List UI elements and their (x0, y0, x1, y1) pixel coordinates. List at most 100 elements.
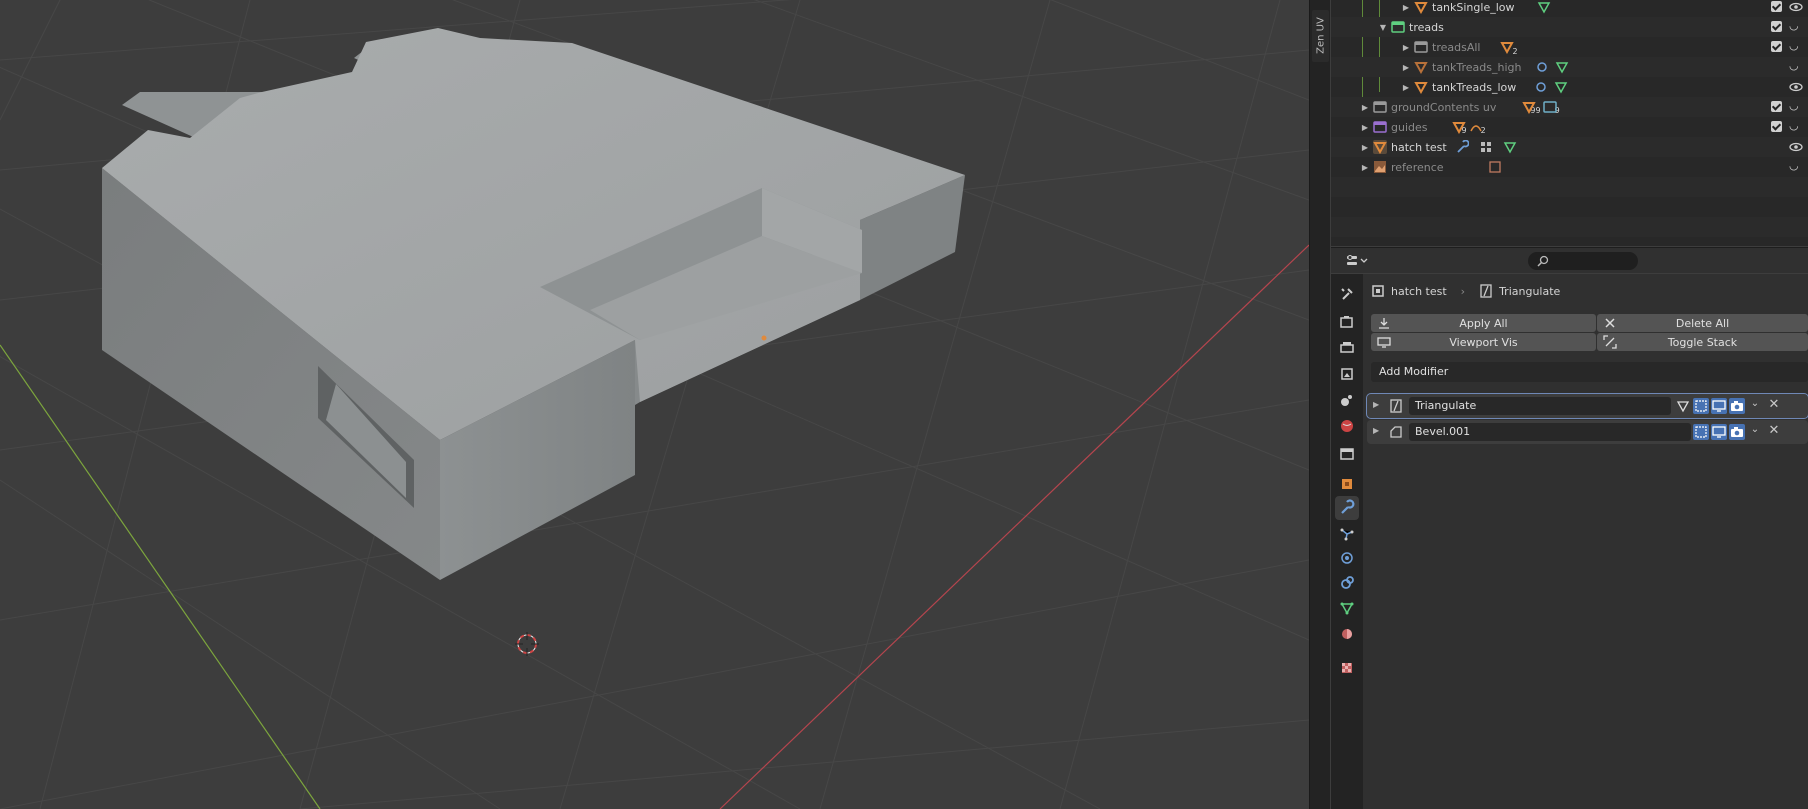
outliner-item-label: hatch test (1391, 140, 1447, 154)
modifier-icon (1536, 82, 1547, 92)
tab-particles[interactable] (1335, 522, 1359, 546)
viewport-vis-button[interactable]: Viewport Vis (1371, 333, 1596, 351)
3d-viewport[interactable] (0, 0, 1309, 809)
eye-icon[interactable] (1789, 81, 1803, 93)
edit-mode-toggle[interactable] (1693, 424, 1709, 440)
properties-header (1331, 247, 1808, 273)
outliner-item-label: tankTreads_high (1432, 60, 1522, 74)
tab-object[interactable] (1335, 472, 1359, 496)
exclude-checkbox[interactable] (1771, 21, 1782, 32)
mesh-data-icon (1537, 2, 1550, 14)
exclude-checkbox[interactable] (1771, 41, 1782, 52)
chevron-down-icon[interactable]: ⌄ (1748, 424, 1762, 440)
outliner-item-label: groundContents uv (1391, 100, 1497, 114)
breadcrumb-object: hatch test (1391, 284, 1447, 298)
modifier-panel-triangulate[interactable]: ▶ Triangulate ⌄ ✕ (1366, 393, 1808, 419)
expand-arrow-icon[interactable]: ▶ (1359, 103, 1371, 112)
eye-icon[interactable] (1789, 141, 1803, 153)
monitor-icon (1712, 400, 1726, 412)
outliner-row-tanksingle-low[interactable]: ▶ tankSingle_low (1331, 0, 1808, 17)
download-icon (1379, 318, 1389, 329)
hidden-eye-icon[interactable]: ◡ (1789, 119, 1799, 132)
hidden-eye-icon[interactable]: ◡ (1789, 99, 1799, 112)
viewport-toggle[interactable] (1711, 398, 1727, 414)
bevel-icon (1390, 426, 1402, 438)
tab-data[interactable] (1335, 596, 1359, 620)
modifier-panel-bevel[interactable]: ▶ Bevel.001 ⌄ ✕ (1367, 420, 1808, 444)
outliner-item-label: treads (1409, 20, 1444, 34)
monitor-icon (1377, 337, 1391, 348)
image-stack-icon (1341, 368, 1353, 380)
hidden-eye-icon[interactable]: ◡ (1789, 39, 1799, 52)
constraint-icon (1341, 576, 1354, 589)
search-icon (1537, 255, 1549, 267)
expand-arrow-icon[interactable]: ▶ (1400, 63, 1412, 72)
mesh-triangle-icon (1451, 122, 1466, 134)
tab-material[interactable] (1335, 622, 1359, 646)
exclude-checkbox[interactable] (1771, 1, 1782, 12)
render-toggle[interactable] (1729, 424, 1745, 440)
hidden-eye-icon[interactable]: ◡ (1789, 19, 1799, 32)
outliner-row-groundcontents-uv[interactable]: ▶ groundContents uv 99 9 ◡ (1331, 97, 1808, 117)
add-modifier-dropdown[interactable]: Add Modifier (1371, 362, 1808, 382)
tab-output[interactable] (1335, 336, 1359, 360)
edit-mode-toggle[interactable] (1693, 398, 1709, 414)
viewport-toggle[interactable] (1711, 424, 1727, 440)
render-toggle[interactable] (1729, 398, 1745, 414)
tab-world[interactable] (1335, 414, 1359, 438)
edit-cage-toggle[interactable] (1675, 398, 1691, 414)
expand-arrow-icon[interactable]: ▶ (1400, 43, 1412, 52)
outliner-row-tanktreads-low[interactable]: ▶ tankTreads_low (1331, 77, 1808, 97)
outliner-row-tanktreads-high[interactable]: ▶ tankTreads_high ◡ (1331, 57, 1808, 77)
outliner-row-treadsall[interactable]: ▶ treadsAll 2 ◡ (1331, 37, 1808, 57)
outliner-row-reference[interactable]: ▶ reference ◡ (1331, 157, 1808, 177)
collection-box-icon (1340, 448, 1354, 460)
tab-modifiers[interactable] (1335, 496, 1359, 520)
remove-modifier-icon[interactable]: ✕ (1767, 397, 1781, 413)
zen-uv-tab[interactable]: Zen UV (1312, 10, 1329, 62)
tab-texture[interactable] (1335, 656, 1359, 680)
collection-icon (1373, 101, 1387, 113)
3d-cursor (515, 632, 539, 656)
expand-arrow-icon[interactable]: ▶ (1400, 3, 1412, 12)
delete-all-button[interactable]: Delete All (1597, 314, 1808, 332)
outliner-row-hatch-test[interactable]: ▶ hatch test (1331, 137, 1808, 157)
tab-physics[interactable] (1335, 546, 1359, 570)
fullscreen-icon (1603, 335, 1617, 349)
breadcrumb-modifier: Triangulate (1499, 284, 1561, 298)
expand-arrow-icon[interactable]: ▶ (1359, 143, 1371, 152)
modifier-name-field[interactable]: Triangulate (1409, 397, 1671, 415)
tab-scene[interactable] (1335, 388, 1359, 412)
expand-arrow-icon[interactable]: ▶ (1400, 83, 1412, 92)
outliner[interactable]: ▶ tankSingle_low ▼ treads ◡ ▶ treadsAll … (1331, 0, 1808, 246)
exclude-checkbox[interactable] (1771, 101, 1782, 112)
triangulate-icon (1480, 284, 1492, 298)
toggle-stack-button[interactable]: Toggle Stack (1597, 333, 1808, 351)
tab-collection[interactable] (1335, 442, 1359, 466)
exclude-checkbox[interactable] (1771, 121, 1782, 132)
expand-arrow-icon[interactable]: ▶ (1359, 163, 1371, 172)
expand-arrow-icon[interactable]: ▶ (1359, 123, 1371, 132)
apply-all-button[interactable]: Apply All (1371, 314, 1596, 332)
chevron-down-icon[interactable]: ⌄ (1748, 398, 1762, 414)
particles-icon (1340, 528, 1354, 541)
tab-render[interactable] (1335, 310, 1359, 334)
outliner-row-guides[interactable]: ▶ guides 9 2 ◡ (1331, 117, 1808, 137)
tab-tool[interactable] (1335, 282, 1359, 306)
hidden-eye-icon[interactable]: ◡ (1789, 159, 1799, 172)
zen-uv-sidebar: Zen UV (1309, 0, 1330, 809)
eye-icon[interactable] (1789, 1, 1803, 13)
outliner-empty-row (1331, 177, 1808, 197)
collection-icon (1542, 101, 1557, 113)
remove-modifier-icon[interactable]: ✕ (1767, 423, 1781, 439)
expand-arrow-icon[interactable]: ▶ (1373, 426, 1379, 435)
collapse-arrow-icon[interactable]: ▼ (1377, 23, 1389, 32)
tab-constraints[interactable] (1335, 571, 1359, 595)
expand-arrow-icon[interactable]: ▶ (1373, 400, 1379, 409)
tab-view-layer[interactable] (1335, 362, 1359, 386)
modifier-name-field[interactable]: Bevel.001 (1409, 423, 1691, 441)
hidden-eye-icon[interactable]: ◡ (1789, 59, 1799, 72)
editor-type-button[interactable] (1345, 252, 1371, 270)
outliner-row-treads[interactable]: ▼ treads ◡ (1331, 17, 1808, 37)
breadcrumb-separator: › (1460, 284, 1466, 298)
